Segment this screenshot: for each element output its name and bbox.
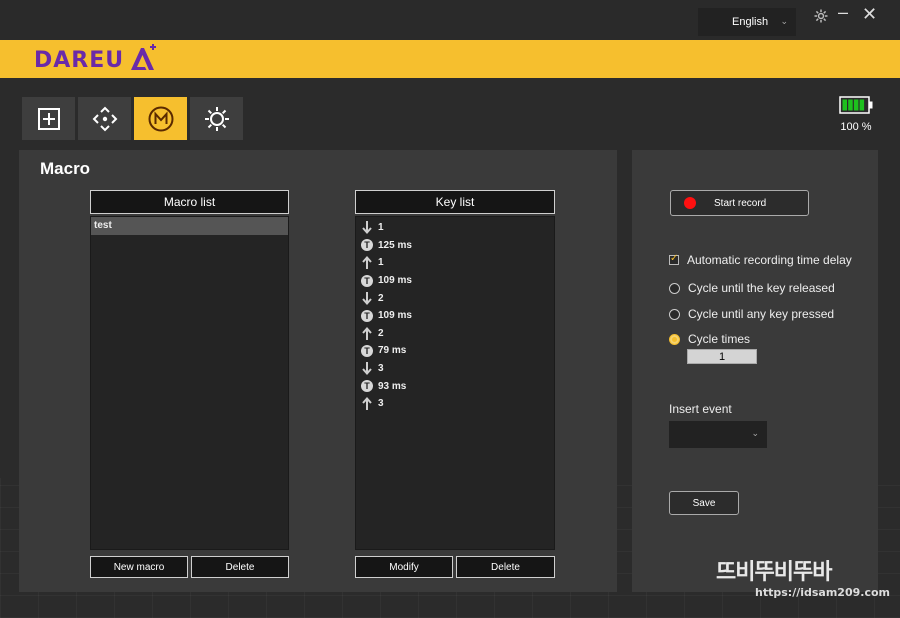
key-list-item-label: 3 bbox=[378, 363, 384, 375]
key-list-item[interactable]: T 93 ms bbox=[356, 377, 554, 395]
insert-event-label: Insert event bbox=[669, 402, 732, 416]
timer-icon: T bbox=[360, 274, 374, 288]
watermark-text: 뜨비뚜비뚜바 bbox=[716, 560, 832, 585]
key-list-item-label: 109 ms bbox=[378, 310, 412, 322]
delete-key-button[interactable]: Delete bbox=[456, 556, 555, 578]
key-list-item-label: 109 ms bbox=[378, 275, 412, 287]
key-list-item[interactable]: 3 bbox=[356, 395, 554, 413]
delete-macro-button[interactable]: Delete bbox=[191, 556, 289, 578]
key-list-item-label: 93 ms bbox=[378, 380, 407, 392]
arrow-down-icon bbox=[360, 291, 374, 305]
key-list-item-label: 3 bbox=[378, 398, 384, 410]
timer-icon: T bbox=[360, 344, 374, 358]
sun-icon bbox=[204, 106, 229, 131]
key-list-item[interactable]: 1 bbox=[356, 219, 554, 237]
timer-icon: T bbox=[360, 309, 374, 323]
cycle-any-radio[interactable] bbox=[669, 308, 680, 320]
arrow-down-icon bbox=[360, 221, 374, 235]
key-list-item[interactable]: T 125 ms bbox=[356, 237, 554, 255]
language-dropdown[interactable]: English ⌄ bbox=[698, 8, 796, 36]
cycle-times-option[interactable]: Cycle times bbox=[669, 332, 750, 346]
auto-delay-checkbox[interactable] bbox=[669, 253, 679, 265]
m-circle-icon bbox=[148, 106, 173, 131]
key-list-item-label: 79 ms bbox=[378, 345, 407, 357]
chevron-down-icon: ⌄ bbox=[780, 16, 788, 26]
battery-icon bbox=[839, 96, 873, 114]
auto-delay-label: Automatic recording time delay bbox=[687, 253, 852, 267]
tab-light[interactable] bbox=[190, 97, 243, 140]
settings-gear-icon[interactable] bbox=[814, 9, 828, 27]
key-list-item[interactable]: T 109 ms bbox=[356, 307, 554, 325]
start-record-button[interactable]: Start record bbox=[670, 190, 809, 216]
tab-add[interactable] bbox=[22, 97, 75, 140]
key-list-item[interactable]: 2 bbox=[356, 325, 554, 343]
cycle-release-label: Cycle until the key released bbox=[688, 281, 835, 295]
battery-indicator: 100 % bbox=[836, 96, 876, 133]
close-icon[interactable]: ✕ bbox=[862, 5, 877, 23]
key-list-item-label: 2 bbox=[378, 292, 384, 304]
logo-a-plus-icon bbox=[131, 44, 156, 70]
timer-icon: T bbox=[360, 238, 374, 252]
watermark-url: https://idsam209.com bbox=[755, 586, 890, 599]
cycle-any-option[interactable]: Cycle until any key pressed bbox=[669, 307, 834, 321]
language-value: English bbox=[732, 16, 769, 28]
page-title: Macro bbox=[40, 159, 91, 178]
save-button[interactable]: Save bbox=[669, 491, 739, 515]
key-list-item-label: 2 bbox=[378, 327, 384, 339]
macro-list-item[interactable]: test bbox=[91, 217, 288, 235]
plus-box-icon bbox=[37, 107, 60, 130]
key-list[interactable]: 1 T 125 ms 1 T 109 ms 2 T 109 ms 2 T 79 ms 3 T 93 ms 3 bbox=[355, 216, 555, 550]
new-macro-button[interactable]: New macro bbox=[90, 556, 188, 578]
arrow-up-icon bbox=[360, 256, 374, 270]
chevron-down-icon: ⌄ bbox=[751, 428, 759, 438]
macro-list-header: Macro list bbox=[90, 190, 289, 214]
modify-button[interactable]: Modify bbox=[355, 556, 453, 578]
insert-event-dropdown[interactable]: ⌄ bbox=[669, 421, 767, 448]
key-list-item[interactable]: T 79 ms bbox=[356, 342, 554, 360]
macro-list[interactable]: test bbox=[90, 216, 289, 550]
directional-arrows-icon bbox=[92, 106, 117, 131]
brand-bar: DAREU bbox=[0, 40, 900, 78]
record-dot-icon bbox=[684, 197, 696, 209]
minimize-icon[interactable]: – bbox=[838, 3, 848, 21]
cycle-release-option[interactable]: Cycle until the key released bbox=[669, 281, 835, 295]
macro-panel: Macro Macro list test New macro Delete K… bbox=[19, 150, 617, 592]
mode-tabs bbox=[22, 97, 243, 140]
title-bar: English ⌄ – ✕ bbox=[0, 0, 900, 40]
arrow-up-icon bbox=[360, 326, 374, 340]
battery-percent: 100 % bbox=[840, 121, 872, 133]
cycle-release-radio[interactable] bbox=[669, 282, 680, 294]
cycle-times-label: Cycle times bbox=[688, 332, 751, 346]
arrow-up-icon bbox=[360, 397, 374, 411]
key-list-item[interactable]: 1 bbox=[356, 254, 554, 272]
key-list-item-label: 1 bbox=[378, 257, 384, 269]
key-list-item[interactable]: 3 bbox=[356, 360, 554, 378]
dareu-logo: DAREU bbox=[34, 48, 125, 73]
cycle-times-input[interactable]: 1 bbox=[687, 349, 757, 364]
record-panel: Start record Automatic recording time de… bbox=[632, 150, 878, 592]
tab-move[interactable] bbox=[78, 97, 131, 140]
key-list-item[interactable]: 2 bbox=[356, 289, 554, 307]
arrow-down-icon bbox=[360, 362, 374, 376]
start-record-label: Start record bbox=[714, 197, 767, 209]
key-list-header: Key list bbox=[355, 190, 555, 214]
cycle-any-label: Cycle until any key pressed bbox=[688, 307, 835, 321]
watermark: 뜨비뚜비뚜바 https://idsam209.com bbox=[716, 560, 894, 612]
key-list-item[interactable]: T 109 ms bbox=[356, 272, 554, 290]
key-list-item-label: 125 ms bbox=[378, 239, 412, 251]
cycle-times-radio[interactable] bbox=[669, 333, 680, 345]
auto-delay-option[interactable]: Automatic recording time delay bbox=[669, 253, 852, 267]
timer-icon: T bbox=[360, 379, 374, 393]
tab-macro[interactable] bbox=[134, 97, 187, 140]
key-list-item-label: 1 bbox=[378, 222, 384, 234]
